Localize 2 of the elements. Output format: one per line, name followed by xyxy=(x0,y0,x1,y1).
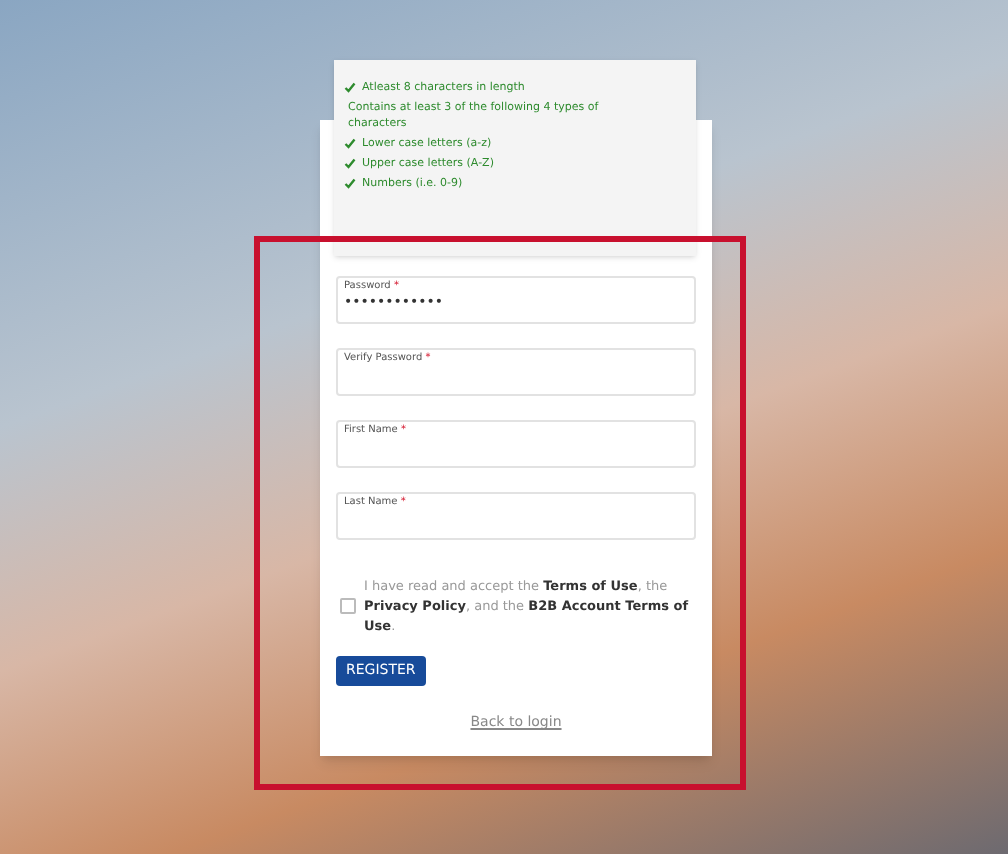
checkmark-icon xyxy=(344,82,356,94)
checkbox[interactable] xyxy=(340,598,356,614)
